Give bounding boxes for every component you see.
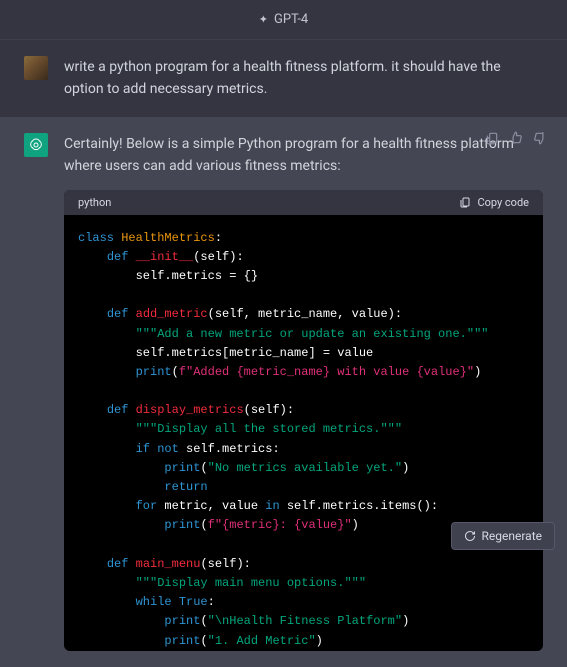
code-body[interactable]: class HealthMetrics: def __init__(self):… — [64, 215, 543, 651]
openai-icon — [28, 137, 44, 153]
copy-icon[interactable] — [485, 131, 499, 145]
code-language-label: python — [78, 196, 111, 209]
model-name: GPT-4 — [274, 12, 308, 27]
message-actions — [485, 131, 547, 145]
assistant-message-row: Certainly! Below is a simple Python prog… — [0, 117, 567, 667]
user-avatar — [24, 56, 48, 80]
refresh-icon — [464, 530, 476, 542]
thumbs-down-icon[interactable] — [533, 131, 547, 145]
user-message-text: write a python program for a health fitn… — [64, 56, 543, 101]
code-header: python Copy code — [64, 190, 543, 215]
regenerate-button[interactable]: Regenerate — [451, 522, 556, 550]
copy-code-label: Copy code — [477, 196, 529, 209]
copy-code-button[interactable]: Copy code — [459, 196, 529, 209]
clipboard-icon — [459, 196, 471, 208]
sparkle-icon: ✦ — [259, 13, 268, 26]
thumbs-up-icon[interactable] — [509, 131, 523, 145]
model-header: ✦ GPT-4 — [0, 0, 567, 40]
code-block: python Copy code class HealthMetrics: de… — [64, 190, 543, 651]
regenerate-label: Regenerate — [482, 529, 543, 543]
assistant-intro-text: Certainly! Below is a simple Python prog… — [64, 133, 543, 178]
assistant-avatar — [24, 133, 48, 157]
user-message-row: write a python program for a health fitn… — [0, 40, 567, 117]
